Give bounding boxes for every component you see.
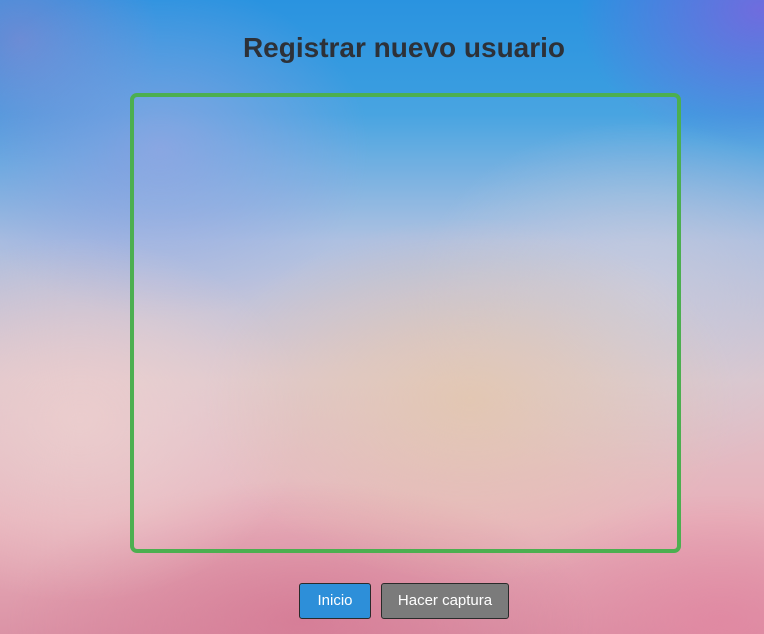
home-button[interactable]: Inicio [299,583,371,619]
action-bar: Inicio Hacer captura [0,583,764,619]
camera-preview-frame [130,93,681,553]
page-title: Registrar nuevo usuario [242,32,566,63]
capture-button[interactable]: Hacer captura [381,583,509,619]
